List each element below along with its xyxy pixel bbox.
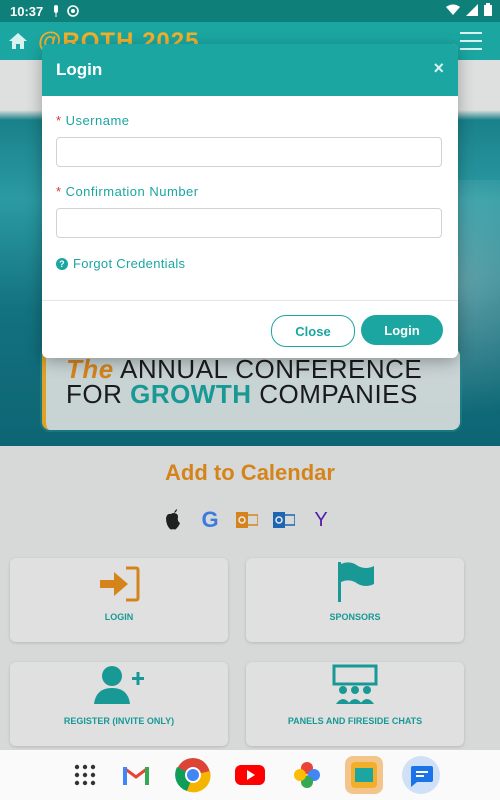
messages-icon[interactable] (402, 756, 440, 794)
sponsors-tile[interactable]: SPONSORS (246, 558, 464, 642)
add-to-calendar-title: Add to Calendar (165, 460, 335, 485)
hamburger-menu-icon[interactable] (460, 32, 482, 50)
banner-line-2: FOR GROWTH COMPANIES (66, 379, 418, 409)
confirmation-number-label: * Confirmation Number (56, 184, 199, 199)
status-time: 10:37 (10, 3, 44, 19)
username-field[interactable] (56, 137, 442, 167)
register-tile[interactable]: REGISTER (INVITE ONLY) (10, 662, 228, 746)
sponsors-tile-label: SPONSORS (329, 612, 381, 622)
status-bar: 10:37 (0, 0, 500, 22)
flag-icon (338, 562, 374, 602)
add-user-icon (94, 666, 144, 704)
modal-footer: Close Login (42, 300, 458, 358)
outlook-com-icon[interactable] (273, 508, 295, 532)
login-arrow-icon (100, 566, 140, 602)
battery-icon (484, 3, 492, 16)
register-tile-label: REGISTER (INVITE ONLY) (63, 716, 175, 726)
modal-title: Login (56, 60, 103, 79)
login-modal: Login × * Username * Confirmation Number ?… (42, 44, 458, 358)
username-label: * Username (56, 113, 130, 128)
yahoo-icon[interactable]: Y (310, 508, 332, 532)
google-icon[interactable]: G (199, 507, 221, 532)
gmail-icon[interactable] (117, 756, 155, 794)
forgot-credentials-link[interactable]: ? Forgot Credentials (56, 256, 185, 271)
required-mark: * (56, 184, 62, 199)
home-icon[interactable] (8, 31, 28, 51)
outlook-icon[interactable] (236, 508, 258, 532)
modal-header: Login × (42, 44, 458, 96)
google-photos-icon[interactable] (288, 756, 326, 794)
question-circle-icon: ? (56, 257, 68, 270)
app-drawer-icon[interactable] (66, 756, 104, 794)
close-button[interactable]: Close (271, 315, 355, 347)
system-dock (0, 750, 500, 800)
login-button[interactable]: Login (361, 315, 443, 345)
youtube-icon[interactable] (231, 756, 269, 794)
conference-banner: The ANNUAL CONFERENCE FOR GROWTH COMPANI… (42, 348, 460, 430)
apple-icon[interactable] (162, 508, 184, 532)
roth-app-icon[interactable] (345, 756, 383, 794)
required-mark: * (56, 113, 62, 128)
panels-tile[interactable]: PANELS AND FIRESIDE CHATS (246, 662, 464, 746)
login-tile[interactable]: LOGIN (10, 558, 228, 642)
panel-audience-icon (332, 664, 378, 704)
confirmation-number-field[interactable] (56, 208, 442, 238)
panels-tile-label: PANELS AND FIRESIDE CHATS (287, 716, 423, 726)
calendar-icons: G Y (162, 507, 332, 532)
forgot-credentials-label: Forgot Credentials (73, 256, 186, 271)
notification-icon (67, 5, 80, 17)
login-tile-label: LOGIN (104, 612, 134, 622)
close-icon[interactable]: × (433, 58, 444, 79)
signal-icon (466, 3, 478, 16)
mic-icon (54, 5, 59, 17)
wifi-icon (446, 4, 460, 15)
chrome-icon[interactable] (174, 756, 212, 794)
